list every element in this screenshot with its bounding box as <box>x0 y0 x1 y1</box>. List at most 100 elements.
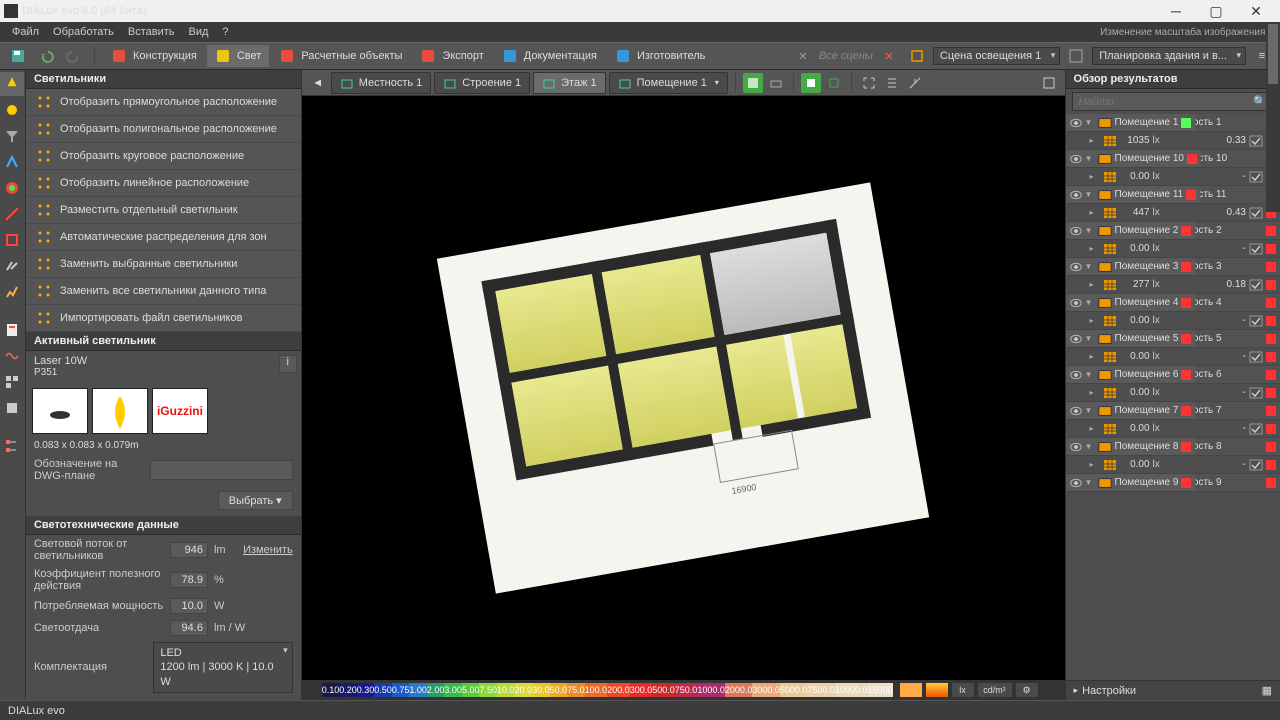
mode-2[interactable]: Расчетные объекты <box>271 45 410 67</box>
close-button[interactable]: ✕ <box>1236 0 1276 22</box>
room-node-7[interactable]: ▼Помещение 6 <box>1066 366 1196 384</box>
delete-button[interactable]: ✕ <box>791 45 815 67</box>
undo-button[interactable] <box>34 45 58 67</box>
room-node-0[interactable]: ▼Помещение 1 <box>1066 114 1196 132</box>
tool-lamp[interactable] <box>0 98 24 122</box>
tool-graph[interactable] <box>0 344 24 368</box>
nav-1[interactable]: Строение 1 <box>434 72 530 94</box>
scale-unit-lx[interactable]: lx <box>951 682 975 698</box>
tool-row-5[interactable]: Автоматические распределения для зон <box>26 224 301 251</box>
value-node-0[interactable]: ▸1035lx0.33 <box>1066 132 1280 150</box>
tool-energy[interactable] <box>0 280 24 304</box>
room-node-9[interactable]: ▼Помещение 8 <box>1066 438 1196 456</box>
tool-views[interactable] <box>0 370 24 394</box>
room-node-8[interactable]: ▼Помещение 7 <box>1066 402 1196 420</box>
scale-color-2[interactable] <box>925 682 949 698</box>
tool-row-1[interactable]: Отобразить полигональное расположение <box>26 116 301 143</box>
polar-image[interactable] <box>92 388 148 434</box>
config-combo[interactable]: LED 1200 lm | 3000 K | 10.0 W <box>153 642 292 693</box>
scale-color-1[interactable] <box>899 682 923 698</box>
menu-file[interactable]: Файл <box>6 24 45 40</box>
maximize-button[interactable]: ▢ <box>1196 0 1236 22</box>
tool-filter[interactable] <box>0 124 24 148</box>
view-ruler[interactable] <box>905 73 925 93</box>
menu-insert[interactable]: Вставить <box>122 24 181 40</box>
mode-0[interactable]: Конструкция <box>103 45 205 67</box>
value-node-1[interactable]: ▸0.00lx- <box>1066 168 1280 186</box>
room-node-5[interactable]: ▼Помещение 4 <box>1066 294 1196 312</box>
view-plan[interactable] <box>766 73 786 93</box>
room-node-6[interactable]: ▼Помещение 5 <box>1066 330 1196 348</box>
search-input[interactable] <box>1079 96 1254 108</box>
tool-row-7[interactable]: Заменить все светильники данного типа <box>26 278 301 305</box>
info-button[interactable]: i <box>279 355 297 373</box>
settings-row[interactable]: ▸ Настройки ▦ <box>1066 680 1280 700</box>
value-node-3[interactable]: ▸0.00lx- <box>1066 240 1280 258</box>
tool-row-8[interactable]: Импортировать файл светильников <box>26 305 301 332</box>
nav-back[interactable]: ◄ <box>308 73 328 93</box>
brand-logo[interactable]: iGuzzini <box>152 388 208 434</box>
tool-row-3[interactable]: Отобразить линейное расположение <box>26 170 301 197</box>
val-2[interactable]: 10.0 <box>170 598 208 614</box>
view-fullscreen[interactable] <box>1039 73 1059 93</box>
menu-edit[interactable]: Обработать <box>47 24 120 40</box>
scene-add-button[interactable] <box>1064 45 1088 67</box>
value-node-5[interactable]: ▸0.00lx- <box>1066 312 1280 330</box>
tool-measure[interactable] <box>0 202 24 226</box>
viewport-3d[interactable]: 16900 <box>302 96 1065 680</box>
nav-3[interactable]: Помещение 1▾ <box>609 72 728 94</box>
product-image[interactable] <box>32 388 88 434</box>
tool-doc[interactable] <box>0 318 24 342</box>
room-node-10[interactable]: ▼Помещение 9 <box>1066 474 1196 492</box>
layout-combo[interactable]: Планировка здания и в... <box>1092 47 1246 65</box>
tool-tree[interactable] <box>0 434 24 458</box>
tool-row-4[interactable]: Разместить отдельный светильник <box>26 197 301 224</box>
view-fit[interactable] <box>859 73 879 93</box>
tool-row-0[interactable]: Отобразить прямоугольное расположение <box>26 89 301 116</box>
value-node-2[interactable]: ▸447lx0.43 <box>1066 204 1280 222</box>
choose-button[interactable]: Выбрать ▾ <box>218 491 293 510</box>
val-1[interactable]: 78.9 <box>170 572 208 588</box>
tool-arrange[interactable] <box>0 150 24 174</box>
redo-button[interactable] <box>62 45 86 67</box>
shade-solid[interactable] <box>801 73 821 93</box>
dwg-input[interactable] <box>150 460 293 480</box>
value-node-4[interactable]: ▸277lx0.18 <box>1066 276 1280 294</box>
save-button[interactable] <box>6 45 30 67</box>
scene-combo[interactable]: Сцена освещения 1 <box>933 47 1060 65</box>
results-search[interactable]: 🔍 <box>1072 92 1274 111</box>
scene-x-button[interactable]: ✕ <box>877 45 901 67</box>
view-3d[interactable] <box>743 73 763 93</box>
val-0[interactable]: 946 <box>170 542 208 558</box>
minimize-button[interactable]: ─ <box>1156 0 1196 22</box>
value-node-6[interactable]: ▸0.00lx- <box>1066 348 1280 366</box>
value-node-8[interactable]: ▸0.00lx- <box>1066 420 1280 438</box>
value-node-7[interactable]: ▸0.00lx- <box>1066 384 1280 402</box>
tool-color[interactable] <box>0 176 24 200</box>
tool-luminaire[interactable] <box>0 72 24 96</box>
room-node-4[interactable]: ▼Помещение 3 <box>1066 258 1196 276</box>
menu-help[interactable]: ? <box>216 24 234 40</box>
tool-area[interactable] <box>0 228 24 252</box>
room-node-1[interactable]: ▼Помещение 10 <box>1066 150 1201 168</box>
scale-unit-cdm2[interactable]: cd/m² <box>977 682 1013 698</box>
mode-3[interactable]: Экспорт <box>412 45 491 67</box>
scale-settings[interactable]: ⚙ <box>1015 682 1039 698</box>
tool-row-2[interactable]: Отобразить круговое расположение <box>26 143 301 170</box>
tool-single[interactable] <box>0 396 24 420</box>
zoom-hint[interactable]: Изменение масштаба изображения > <box>1100 27 1274 38</box>
room-node-2[interactable]: ▼Помещение 11 <box>1066 186 1201 204</box>
edit-link[interactable]: Изменить <box>243 544 293 556</box>
room-node-3[interactable]: ▼Помещение 2 <box>1066 222 1196 240</box>
tool-settings[interactable] <box>0 254 24 278</box>
value-node-9[interactable]: ▸0.00lx- <box>1066 456 1280 474</box>
menu-view[interactable]: Вид <box>183 24 215 40</box>
mode-4[interactable]: Документация <box>494 45 605 67</box>
view-align[interactable] <box>882 73 902 93</box>
nav-0[interactable]: Местность 1 <box>331 72 432 94</box>
mode-5[interactable]: Изготовитель <box>607 45 713 67</box>
nav-2[interactable]: Этаж 1 <box>533 72 605 94</box>
scene-tool-button[interactable] <box>905 45 929 67</box>
mode-1[interactable]: Свет <box>207 45 269 67</box>
shade-wire[interactable] <box>824 73 844 93</box>
